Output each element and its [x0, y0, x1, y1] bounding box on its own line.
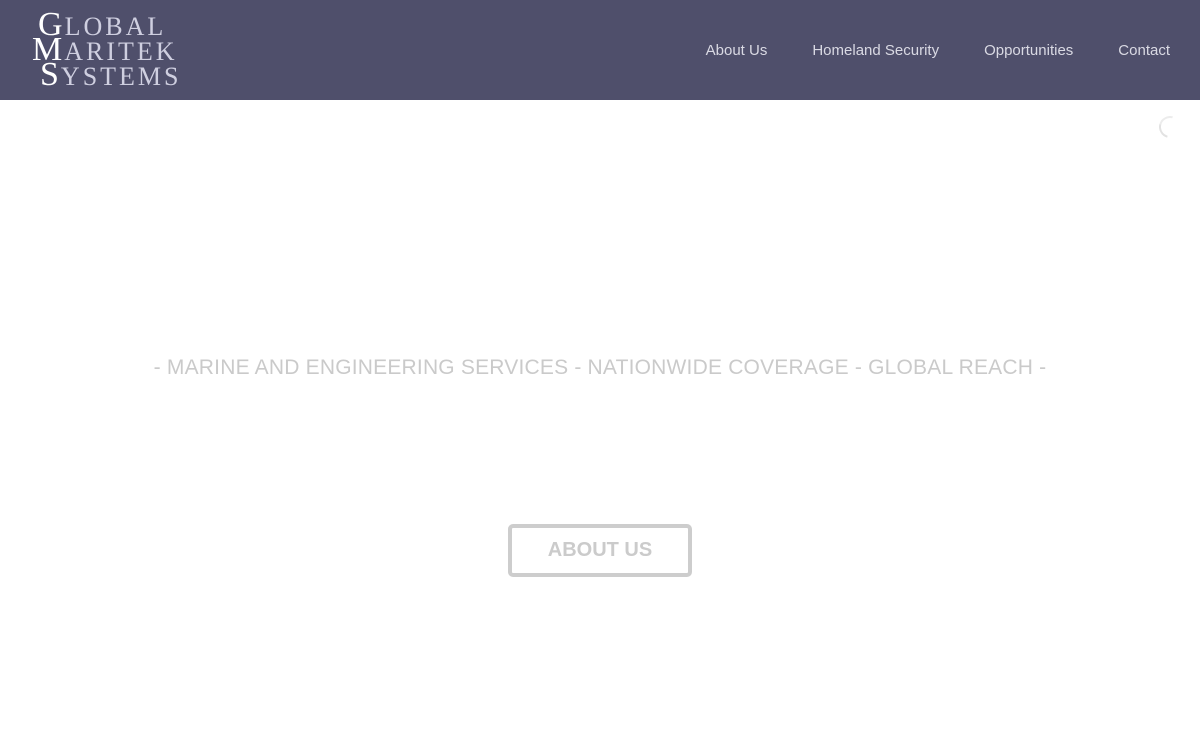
- loading-spinner-icon: [1154, 111, 1186, 143]
- logo-line-systems: SYSTEMS: [40, 58, 182, 92]
- nav-link-opportunities[interactable]: Opportunities: [984, 42, 1073, 59]
- company-logo[interactable]: GLOBAL MARITEK SYSTEMS: [30, 8, 230, 92]
- nav-link-contact[interactable]: Contact: [1118, 42, 1170, 59]
- about-us-button[interactable]: ABOUT US: [508, 524, 692, 577]
- logo-word: YSTEMS: [60, 62, 182, 91]
- hero-tagline: - MARINE AND ENGINEERING SERVICES - NATI…: [153, 356, 1047, 379]
- logo-letter: S: [40, 56, 61, 93]
- nav-link-about-us[interactable]: About Us: [706, 42, 768, 59]
- site-header: GLOBAL MARITEK SYSTEMS About Us Homeland…: [0, 0, 1200, 100]
- nav-link-homeland-security[interactable]: Homeland Security: [812, 42, 939, 59]
- main-navigation: About Us Homeland Security Opportunities…: [661, 0, 1170, 100]
